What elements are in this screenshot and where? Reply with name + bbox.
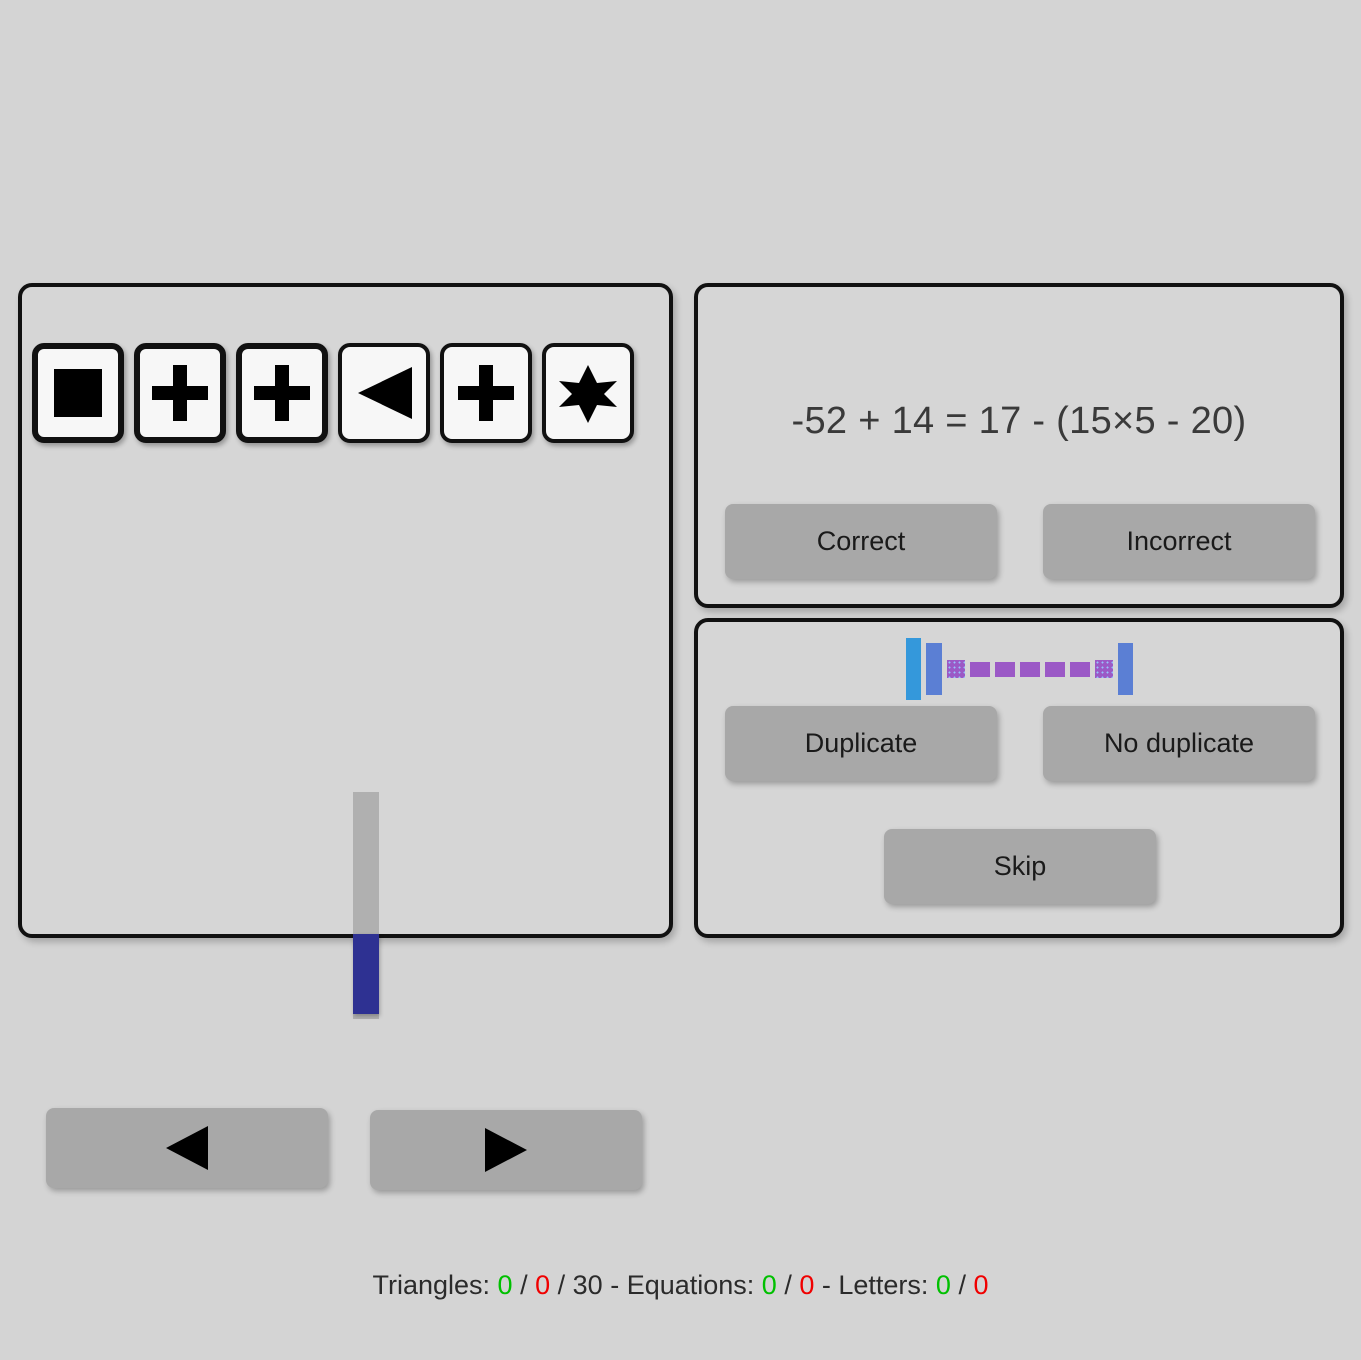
separator: / <box>776 1270 800 1300</box>
triangles-label: Triangles: <box>372 1270 498 1300</box>
shape-card-2[interactable] <box>236 343 328 443</box>
glyph-bar <box>946 660 965 678</box>
equations-label: Equations: <box>626 1270 762 1300</box>
skip-button[interactable]: Skip <box>884 829 1156 904</box>
separator: / <box>950 1270 974 1300</box>
equation-text: -52 + 14 = 17 - (15×5 - 20) <box>791 400 1247 442</box>
triangles-total-count: 30 <box>572 1270 603 1300</box>
glyph-bar <box>1044 661 1065 677</box>
plus-icon <box>152 365 208 421</box>
glyph-bar <box>905 638 921 700</box>
incorrect-button[interactable]: Incorrect <box>1043 504 1315 579</box>
triangles-wrong-count: 0 <box>535 1270 551 1300</box>
glyph-bar <box>925 643 942 695</box>
triangles-task-panel <box>18 283 673 1190</box>
glyph-bar <box>1069 661 1090 677</box>
letter-bar-glyph <box>698 634 1340 704</box>
equations-correct-count: 0 <box>761 1270 777 1300</box>
triangle-right-icon <box>485 1128 527 1172</box>
shape-card-row <box>32 343 634 443</box>
previous-button[interactable] <box>46 1108 328 1188</box>
triangles-correct-count: 0 <box>497 1270 513 1300</box>
letters-wrong-count: 0 <box>973 1270 989 1300</box>
vertical-slider[interactable] <box>353 792 379 1019</box>
glyph-bar <box>994 661 1015 677</box>
glyph-bar <box>1117 643 1133 695</box>
shape-card-4[interactable] <box>440 343 532 443</box>
glyph-bar <box>969 661 990 677</box>
shape-card-5[interactable] <box>542 343 634 443</box>
glyph-bar <box>1094 660 1113 678</box>
letters-label: Letters: <box>838 1270 936 1300</box>
separator: / <box>512 1270 536 1300</box>
star-six-icon <box>559 365 617 423</box>
shape-card-0[interactable] <box>32 343 124 443</box>
separator: / <box>550 1270 573 1300</box>
slider-handle[interactable] <box>353 934 379 1014</box>
next-button[interactable] <box>370 1110 642 1190</box>
divider: - <box>602 1270 627 1300</box>
letters-correct-count: 0 <box>935 1270 951 1300</box>
status-bar: Triangles: 0 / 0 / 30 - Equations: 0 / 0… <box>0 1270 1361 1301</box>
triangle-left-icon <box>358 367 412 419</box>
letters-task-panel: Duplicate No duplicate Skip <box>694 618 1344 938</box>
no-duplicate-button[interactable]: No duplicate <box>1043 706 1315 781</box>
plus-icon <box>458 365 514 421</box>
divider: - <box>814 1270 839 1300</box>
correct-button[interactable]: Correct <box>725 504 997 579</box>
duplicate-button[interactable]: Duplicate <box>725 706 997 781</box>
glyph-bar <box>1019 661 1040 677</box>
shape-card-1[interactable] <box>134 343 226 443</box>
equation-task-panel: -52 + 14 = 17 - (15×5 - 20) Correct Inco… <box>694 283 1344 608</box>
shape-card-3[interactable] <box>338 343 430 443</box>
plus-icon <box>254 365 310 421</box>
triangle-left-icon <box>166 1126 208 1170</box>
square-icon <box>54 369 102 417</box>
equations-wrong-count: 0 <box>799 1270 815 1300</box>
